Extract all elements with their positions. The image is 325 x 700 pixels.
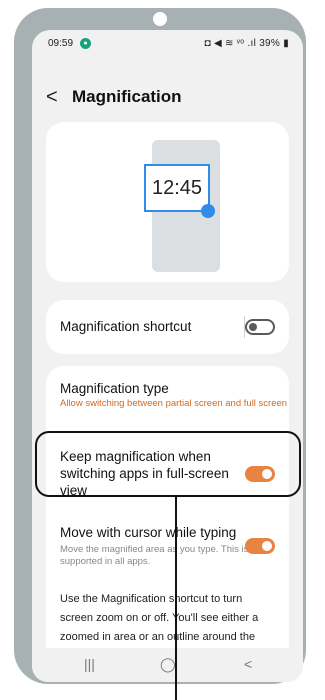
recent-apps-icon[interactable]: ||| — [84, 656, 95, 672]
back-nav-icon[interactable]: < — [244, 656, 252, 672]
magnification-shortcut-row[interactable]: Magnification shortcut — [46, 300, 289, 354]
navigation-bar: ||| ◯ < — [32, 648, 303, 682]
move-with-cursor-toggle[interactable] — [245, 538, 275, 554]
highlight-outline — [35, 431, 301, 497]
page-header: < Magnification — [32, 86, 303, 116]
zoom-resize-handle-icon — [201, 204, 215, 218]
page-title: Magnification — [72, 87, 182, 106]
magnification-type-subtitle: Allow switching between partial screen a… — [60, 398, 288, 409]
toggle-knob — [249, 323, 257, 331]
shortcut-toggle[interactable] — [245, 319, 275, 335]
shortcut-label: Magnification shortcut — [60, 319, 192, 334]
magnification-type-row[interactable]: Magnification type Allow switching betwe… — [46, 366, 289, 430]
magnification-description: Use the Magnification shortcut to turn s… — [60, 593, 259, 643]
toggle-knob — [262, 541, 272, 551]
magnification-preview: 12:45 — [46, 122, 289, 282]
move-with-cursor-label: Move with cursor while typing — [60, 525, 237, 540]
move-with-cursor-row[interactable]: Move with cursor while typing Move the m… — [46, 516, 289, 576]
status-icons: ◘ ◀ ≋ ᵛᵒ .ıl 39% ▮ — [204, 38, 289, 49]
zoom-window: 12:45 — [144, 164, 210, 212]
move-with-cursor-subtitle: Move the magnified area as you type. Thi… — [60, 544, 259, 567]
status-bar: 09:59 ● ◘ ◀ ≋ ᵛᵒ .ıl 39% ▮ — [32, 30, 303, 56]
app-notification-icon: ● — [80, 38, 91, 49]
annotation-pointer-line — [175, 497, 177, 700]
screen: 09:59 ● ◘ ◀ ≋ ᵛᵒ .ıl 39% ▮ < Magnificati… — [32, 30, 303, 682]
back-icon[interactable]: < — [46, 86, 58, 108]
status-time: 09:59 — [48, 38, 74, 49]
camera-notch — [153, 12, 167, 26]
magnification-type-label: Magnification type — [60, 381, 169, 396]
phone-frame: 09:59 ● ◘ ◀ ≋ ᵛᵒ .ıl 39% ▮ < Magnificati… — [14, 8, 306, 684]
settings-card: Magnification type Allow switching betwe… — [46, 366, 289, 682]
home-icon[interactable]: ◯ — [160, 656, 176, 673]
